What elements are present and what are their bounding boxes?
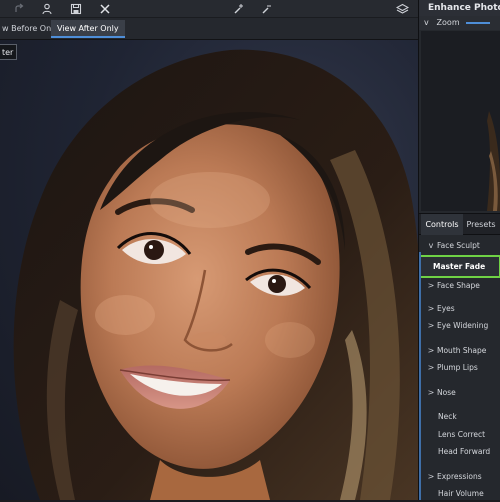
controls-list: v Face Sculpt Master Fade > Face Shape > Ey… bbox=[419, 236, 500, 500]
layers-icon[interactable] bbox=[394, 1, 410, 17]
control-eye-widening[interactable]: > Eye Widening bbox=[419, 318, 500, 334]
control-face-shape[interactable]: > Face Shape bbox=[419, 278, 500, 294]
close-icon[interactable] bbox=[97, 1, 113, 17]
panel-tabs: Controls Presets bbox=[419, 213, 500, 235]
control-expressions[interactable]: > Expressions bbox=[419, 469, 500, 485]
zoom-section-header[interactable]: v Zoom bbox=[419, 16, 500, 30]
view-mode-bar: w Before Only View After Only bbox=[0, 18, 418, 40]
control-label: Eyes bbox=[437, 304, 455, 313]
control-eyes[interactable]: > Eyes bbox=[419, 301, 500, 317]
chevron-right-icon: > bbox=[427, 321, 435, 330]
brush-add-icon[interactable] bbox=[231, 1, 247, 17]
chevron-right-icon: > bbox=[427, 281, 435, 290]
control-label: Face Shape bbox=[437, 281, 480, 290]
control-nose[interactable]: > Nose bbox=[419, 385, 500, 401]
control-head-forward[interactable]: Head Forward bbox=[419, 444, 500, 460]
chevron-right-icon: > bbox=[427, 346, 435, 355]
control-label: Plump Lips bbox=[437, 363, 478, 372]
chevron-right-icon: > bbox=[427, 363, 435, 372]
tab-presets[interactable]: Presets bbox=[463, 214, 499, 235]
control-master-fade[interactable]: Master Fade bbox=[419, 255, 500, 278]
control-label: Nose bbox=[437, 388, 456, 397]
control-plump-lips[interactable]: > Plump Lips bbox=[419, 360, 500, 376]
person-icon[interactable] bbox=[39, 1, 55, 17]
control-neck[interactable]: Neck bbox=[419, 409, 500, 425]
top-toolbar bbox=[0, 0, 418, 18]
redo-icon[interactable] bbox=[11, 1, 27, 17]
zoom-preview[interactable] bbox=[421, 31, 500, 211]
control-face-sculpt[interactable]: v Face Sculpt bbox=[419, 238, 500, 254]
view-mode-badge: ter bbox=[0, 44, 18, 60]
brush-remove-icon[interactable] bbox=[259, 1, 275, 17]
view-after-only-tab[interactable]: View After Only bbox=[51, 20, 125, 38]
enhance-panel: Enhance Photo v Zoom Controls Presets vF… bbox=[418, 0, 500, 500]
tab-controls[interactable]: Controls bbox=[421, 214, 463, 235]
zoom-preview-thumbnail bbox=[421, 31, 500, 211]
control-label: Expressions bbox=[437, 472, 482, 481]
chevron-right-icon: > bbox=[427, 304, 435, 313]
chevron-right-icon: > bbox=[427, 472, 435, 481]
zoom-slider-track[interactable] bbox=[466, 21, 491, 24]
zoom-label: Zoom bbox=[436, 18, 460, 27]
panel-accent-line bbox=[419, 252, 421, 500]
control-mouth-shape[interactable]: > Mouth Shape bbox=[419, 343, 500, 359]
control-label: Eye Widening bbox=[437, 321, 489, 330]
chevron-down-icon: v bbox=[428, 241, 434, 250]
panel-title: Enhance Photo bbox=[419, 0, 500, 16]
chevron-right-icon: > bbox=[427, 388, 435, 397]
control-label: Face Sculpt bbox=[437, 241, 480, 250]
chevron-down-icon: v bbox=[424, 18, 429, 27]
portrait-photo bbox=[13, 49, 418, 500]
control-lens-correct[interactable]: Lens Correct bbox=[419, 427, 500, 443]
photo-canvas[interactable] bbox=[0, 40, 418, 500]
control-label: Mouth Shape bbox=[437, 346, 487, 355]
save-icon[interactable] bbox=[68, 1, 84, 17]
